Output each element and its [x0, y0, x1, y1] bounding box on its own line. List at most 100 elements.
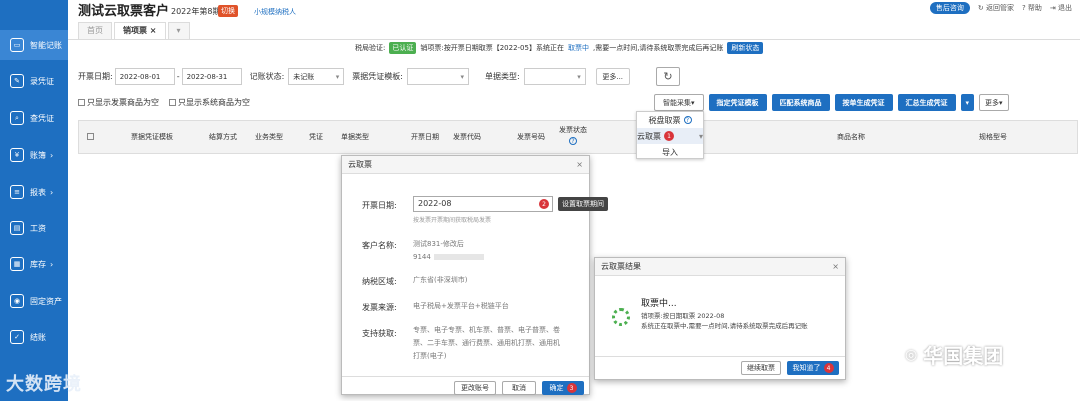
column-header: 发票号码: [517, 133, 545, 141]
summary-generate-button[interactable]: 汇总生成凭证: [897, 94, 956, 111]
sidebar-item-label: 结账: [30, 332, 46, 342]
tax-status-text: 销项票:按开票日期取票【2022-05】系统正在: [420, 44, 564, 52]
acknowledge-button[interactable]: 我知道了 4: [787, 361, 839, 375]
smart-collect-label: 智能采集: [663, 98, 691, 107]
result-message: 销项票:按日期取票 2022-08 系统正在取票中,需要一点时间,请待系统取票完成…: [641, 311, 831, 331]
select-all-checkbox[interactable]: [87, 133, 94, 140]
tab-sales-invoice[interactable]: 销项票 ×: [114, 22, 166, 39]
check-icon: ✓: [10, 330, 24, 344]
sidebar-item-3[interactable]: ¥ 账簿 ›: [0, 140, 68, 170]
company-name: 测试云取票客户: [78, 4, 170, 19]
checkbox-row: 只显示发票商品为空 只显示系统商品为空: [78, 97, 250, 108]
more-actions-button[interactable]: 更多 ▾: [979, 94, 1009, 111]
edit-icon: ✎: [10, 74, 24, 88]
step-4-marker: 4: [823, 363, 834, 373]
column-header: 发票代码: [453, 133, 481, 141]
template-select[interactable]: [407, 68, 469, 85]
column-header: 票据凭证模板: [131, 133, 173, 141]
asset-icon: ◉: [10, 294, 24, 308]
filter-checkbox-system[interactable]: 只显示系统商品为空: [169, 97, 250, 108]
period-label: 2022年第8期: [171, 7, 221, 16]
period-tooltip: 设置取票期间: [558, 197, 608, 211]
tab-label: 销项票: [123, 26, 147, 35]
summary-dropdown-button[interactable]: ▾: [960, 94, 975, 111]
help-link[interactable]: ? 帮助: [1022, 3, 1042, 13]
customer-id-text: 9144: [413, 253, 431, 261]
sidebar-item-1[interactable]: ✎ 录凭证: [0, 66, 68, 96]
refresh-status-button[interactable]: 刷新状态: [727, 42, 764, 54]
desktop-icon: ▭: [10, 38, 24, 52]
sidebar-item-7[interactable]: ◉ 固定资产: [0, 286, 68, 316]
checkbox-label: 只显示系统商品为空: [178, 98, 250, 107]
date-to-input[interactable]: 2022-08-31: [181, 68, 242, 85]
type-label: 单据类型:: [485, 72, 520, 81]
sidebar-item-0[interactable]: ▭ 智能记账: [0, 30, 68, 60]
tax-status-bar: 税局验证: 已认证 销项票:按开票日期取票【2022-05】系统正在 取票中 ,…: [355, 42, 764, 54]
dropdown-item-import[interactable]: 导入: [637, 144, 703, 160]
record-status-select[interactable]: 未记账: [288, 68, 345, 85]
step-1-marker: 1: [664, 131, 674, 141]
result-line2: 系统正在取票中,需要一点时间,请待系统取票完成后再记账: [641, 322, 808, 330]
help-label: 帮助: [1027, 4, 1042, 12]
cloud-result-dialog: 云取票结果 × 取票中... 销项票:按日期取票 2022-08 系统正在取票中,需…: [594, 257, 846, 380]
dropdown-item-cloud[interactable]: 云取票 1: [637, 128, 703, 144]
dropdown-label: 云取票: [637, 131, 661, 141]
column-header: 商品名称: [837, 133, 865, 141]
question-icon[interactable]: ?: [683, 116, 692, 124]
more-filter-button[interactable]: 更多...: [595, 68, 630, 85]
top-bar: 测试云取票客户 2022年第8期 切换 小规模纳税人 首页 销项票 × ▾ 售后…: [68, 0, 1080, 40]
dropdown-item-taxdisk[interactable]: 税盘取票?: [637, 112, 703, 128]
status-badge: 已认证: [389, 42, 417, 54]
sidebar-item-8[interactable]: ✓ 结账: [0, 322, 68, 352]
column-header: 发票状态?: [559, 126, 587, 145]
confirm-label: 确定: [549, 384, 564, 392]
region-label: 纳税区域:: [362, 277, 397, 286]
sidebar-item-4[interactable]: ≡ 报表 ›: [0, 177, 68, 207]
logout-link[interactable]: ⇥ 退出: [1050, 3, 1072, 13]
record-status-value: 未记账: [293, 72, 315, 81]
tab-dropdown[interactable]: ▾: [167, 22, 190, 39]
tab-bar: 首页 销项票 × ▾: [78, 22, 192, 39]
close-icon[interactable]: ×: [832, 262, 839, 271]
wechat-icon: ◎: [905, 346, 918, 363]
period-input[interactable]: 2022-08 2: [413, 196, 553, 212]
date-hint: 按发票开票期间获取税局发票: [413, 217, 492, 224]
match-goods-button[interactable]: 匹配系统商品: [771, 94, 830, 111]
close-icon[interactable]: ×: [150, 26, 157, 35]
cancel-button[interactable]: 取消: [502, 381, 536, 395]
confirm-button[interactable]: 确定 3: [542, 381, 584, 395]
sidebar-item-6[interactable]: ▦ 库存 ›: [0, 249, 68, 279]
change-account-button[interactable]: 更改账号: [454, 381, 496, 395]
sidebar-item-label: 工资: [30, 223, 46, 233]
column-header: 业务类型: [255, 133, 283, 141]
date-label: 开票日期:: [362, 201, 397, 210]
close-icon[interactable]: ×: [576, 160, 583, 169]
assign-template-button[interactable]: 指定凭证模板: [708, 94, 767, 111]
top-links: 售后咨询 ↻ 返回管家 ? 帮助 ⇥ 退出: [929, 2, 1072, 14]
question-icon[interactable]: ?: [569, 137, 577, 145]
filter-checkbox-invoice[interactable]: 只显示发票商品为空: [78, 97, 159, 108]
more-actions-label: 更多: [985, 98, 1000, 107]
sidebar-item-2[interactable]: ⌕ 查凭证: [0, 103, 68, 133]
sidebar-item-5[interactable]: ▤ 工资: [0, 213, 68, 243]
back-link[interactable]: ↻ 返回管家: [978, 3, 1014, 13]
tab-home[interactable]: 首页: [78, 22, 112, 39]
switch-button[interactable]: 切换: [218, 5, 238, 17]
watermark: ◎ 华国集团: [905, 340, 1003, 369]
customer-id: 9144: [413, 251, 484, 264]
dialog-title: 云取票结果: [601, 262, 641, 271]
date-from-input[interactable]: 2022-08-01: [114, 68, 175, 85]
template-label: 票据凭证模板:: [352, 72, 403, 81]
support-label: 支持获取:: [362, 329, 397, 338]
step-3-marker: 3: [566, 383, 577, 393]
generate-by-ticket-button[interactable]: 按单生成凭证: [834, 94, 893, 111]
report-icon: ≡: [10, 185, 24, 199]
refresh-icon[interactable]: ↻: [656, 67, 680, 86]
type-select[interactable]: [523, 68, 586, 85]
smart-collect-button[interactable]: 智能采集 ▾: [654, 94, 704, 111]
tax-type-link[interactable]: 小规模纳税人: [254, 7, 296, 17]
support-button[interactable]: 售后咨询: [929, 2, 970, 14]
dialog-header: 云取票结果 ×: [595, 258, 845, 276]
smart-collect-dropdown: 税盘取票? 云取票1 导入: [636, 111, 704, 159]
continue-button[interactable]: 继续取票: [741, 361, 781, 375]
